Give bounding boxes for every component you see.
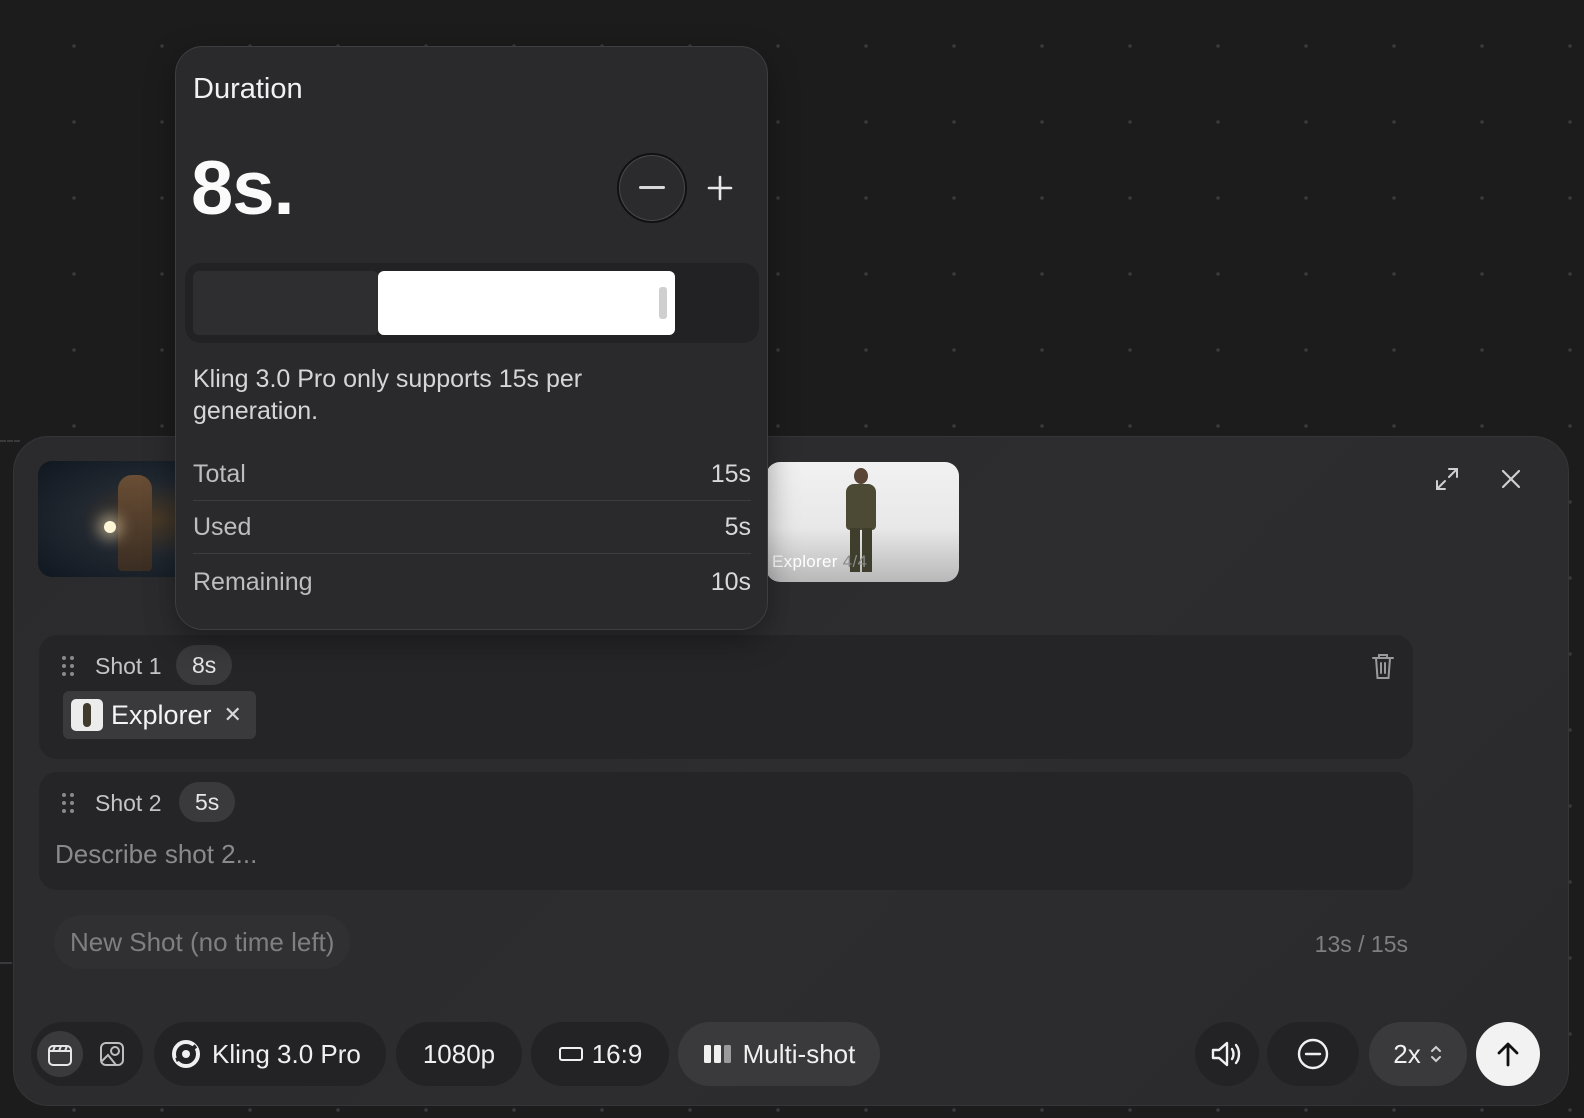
shot-duration-badge[interactable]: 8s (176, 645, 233, 685)
character-chip[interactable]: Explorer ✕ (63, 691, 256, 739)
duration-note: Kling 3.0 Pro only supports 15s per gene… (193, 365, 583, 425)
summary-value: 10s (710, 567, 751, 596)
duration-popover: Duration 8s. Kling 3.0 Pro only supports… (175, 46, 768, 630)
summary-row-total: Total 15s (193, 449, 751, 501)
popover-title: Duration (193, 73, 303, 105)
reference-image-explorer[interactable]: Explorer 4/4 (766, 462, 959, 582)
reference-caption-name: Explorer (772, 552, 838, 571)
minus-icon (639, 186, 665, 189)
connector-line (0, 962, 12, 964)
aspect-ratio-label: 16:9 (591, 1038, 643, 1069)
speaker-icon (1211, 1041, 1241, 1067)
time-counter: 13s / 15s (1314, 931, 1408, 957)
decrease-duration-button[interactable] (617, 153, 687, 223)
used-segment (193, 271, 379, 335)
reference-caption-count: 4/4 (842, 552, 868, 571)
duration-slider[interactable] (185, 263, 759, 343)
resolution-selector[interactable]: 1080p (396, 1022, 522, 1086)
model-selector[interactable]: Kling 3.0 Pro (154, 1022, 386, 1086)
shot-card-2: Shot 2 5s (39, 772, 1413, 890)
shot-card-1: Shot 1 8s Explorer ✕ (39, 635, 1413, 759)
output-count-selector[interactable]: 2x (1369, 1022, 1467, 1086)
flashlight-glow (104, 521, 116, 533)
summary-row-used: Used 5s (193, 502, 751, 554)
plus-icon (707, 175, 733, 201)
summary-value: 15s (710, 460, 751, 488)
shot-description-input[interactable] (55, 836, 955, 872)
output-count-label: 2x (1393, 1038, 1421, 1069)
sound-toggle[interactable] (1195, 1022, 1259, 1086)
image-mode-button[interactable] (89, 1031, 135, 1077)
kling-logo-icon (172, 1040, 200, 1068)
drag-handle-icon[interactable] (61, 792, 75, 814)
minus-circle-icon (1297, 1038, 1329, 1070)
resolution-label: 1080p (422, 1038, 496, 1069)
summary-row-remaining: Remaining 10s (193, 556, 751, 608)
clapperboard-icon (48, 1045, 72, 1066)
figure (118, 475, 152, 571)
figure-head (854, 468, 868, 484)
figure-body (846, 484, 876, 530)
image-icon (100, 1042, 124, 1066)
summary-value: 5s (724, 513, 751, 541)
character-chip-label: Explorer (111, 699, 212, 730)
summary-label: Used (193, 513, 252, 541)
remove-character-icon[interactable]: ✕ (224, 702, 242, 728)
summary-label: Remaining (193, 567, 313, 596)
increase-duration-button[interactable] (700, 165, 740, 211)
shot-duration-badge[interactable]: 5s (179, 782, 236, 822)
expand-icon[interactable] (1429, 461, 1465, 497)
duration-value: 8s. (191, 146, 295, 231)
drag-handle-icon[interactable] (61, 655, 75, 677)
chevron-up-down-icon (1430, 1045, 1441, 1063)
arrow-up-icon (1497, 1042, 1519, 1067)
character-avatar (71, 699, 103, 731)
mode-switcher (31, 1022, 143, 1086)
shot-label: Shot 2 (95, 790, 162, 816)
selected-segment[interactable] (378, 271, 675, 335)
trash-icon[interactable] (1369, 651, 1397, 681)
multi-shot-icon (703, 1045, 731, 1063)
shot-label: Shot 1 (95, 653, 162, 679)
slider-handle[interactable] (659, 287, 667, 319)
aspect-ratio-icon (558, 1047, 583, 1061)
summary-label: Total (193, 460, 246, 488)
model-name: Kling 3.0 Pro (212, 1038, 361, 1069)
close-icon[interactable] (1493, 461, 1529, 497)
generate-button[interactable] (1476, 1022, 1540, 1086)
video-mode-button[interactable] (37, 1031, 83, 1077)
connector-line (0, 440, 20, 442)
multi-shot-label: Multi-shot (742, 1038, 856, 1069)
reference-caption: Explorer 4/4 (772, 552, 867, 572)
multi-shot-toggle[interactable]: Multi-shot (678, 1022, 880, 1086)
negative-prompt-toggle[interactable] (1267, 1022, 1359, 1086)
canvas-background: Explorer 4/4 Shot 1 8s Explorer ✕ Shot 2… (0, 0, 1584, 1118)
aspect-ratio-selector[interactable]: 16:9 (531, 1022, 669, 1086)
new-shot-button[interactable]: New Shot (no time left) (54, 915, 351, 969)
